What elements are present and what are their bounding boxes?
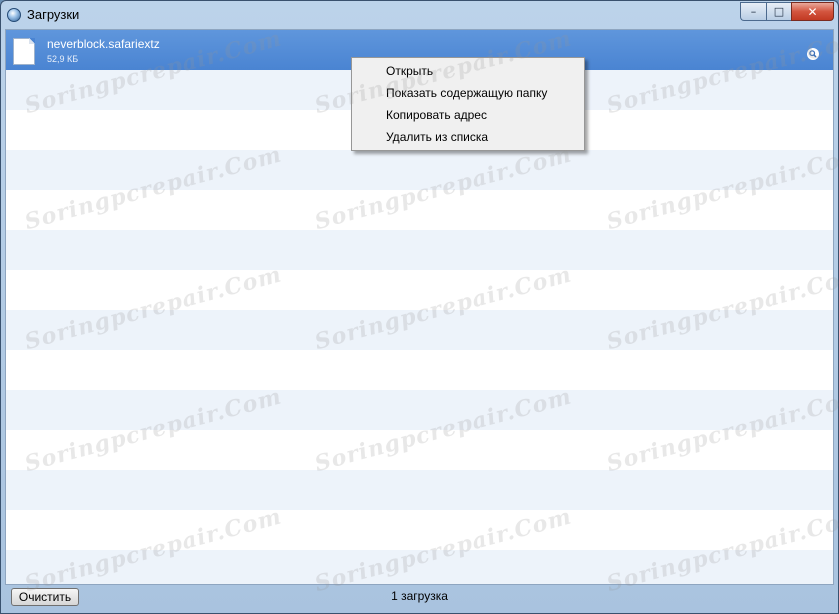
status-bar: Очистить 1 загрузка — [1, 585, 838, 613]
close-icon: ✕ — [807, 4, 818, 19]
context-menu: Открыть Показать содержащую папку Копиро… — [351, 57, 585, 151]
safari-icon — [7, 8, 21, 22]
menu-item-remove[interactable]: Удалить из списка — [352, 126, 584, 148]
window-title: Загрузки — [27, 7, 80, 22]
file-icon — [13, 38, 35, 65]
maximize-icon: □ — [773, 5, 785, 18]
download-count: 1 загрузка — [391, 589, 448, 603]
file-size: 52,9 КБ — [47, 54, 79, 64]
caption-buttons: – □ ✕ — [740, 2, 834, 21]
title-bar[interactable]: Загрузки – □ ✕ — [1, 1, 838, 29]
magnifier-icon[interactable] — [807, 45, 819, 60]
maximize-button[interactable]: □ — [766, 2, 791, 21]
minimize-button[interactable]: – — [740, 2, 766, 21]
menu-item-copy-address[interactable]: Копировать адрес — [352, 104, 584, 126]
file-name: neverblock.safariextz — [47, 37, 160, 51]
minimize-icon: – — [750, 5, 757, 18]
menu-item-open[interactable]: Открыть — [352, 60, 584, 82]
menu-item-show-folder[interactable]: Показать содержащую папку — [352, 82, 584, 104]
close-button[interactable]: ✕ — [791, 2, 834, 21]
